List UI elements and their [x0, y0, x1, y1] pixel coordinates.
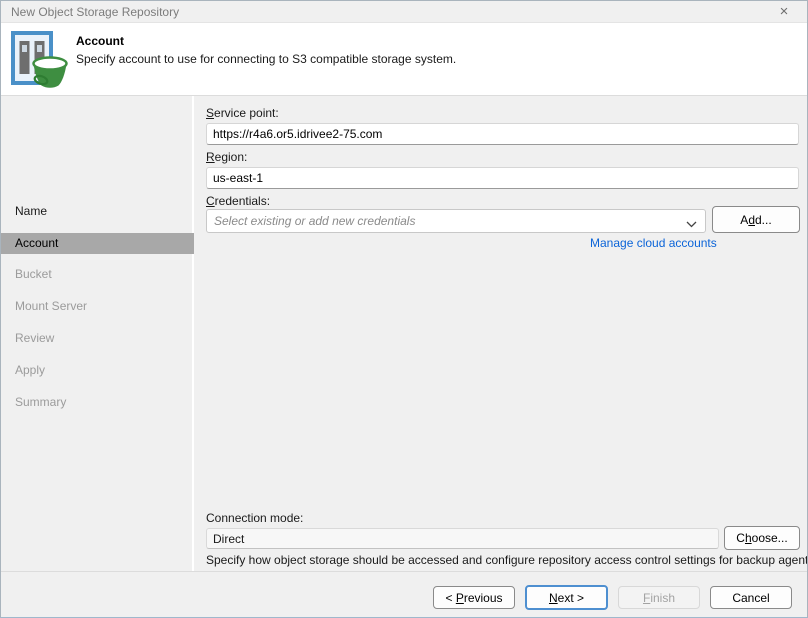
- step-title: Account: [76, 34, 124, 48]
- credentials-label: Credentials:: [206, 194, 270, 208]
- sidebar-item-summary[interactable]: Summary: [1, 392, 194, 413]
- sidebar-item-mount-server[interactable]: Mount Server: [1, 296, 194, 317]
- service-point-accel: S: [206, 106, 214, 120]
- connection-mode-note: Specify how object storage should be acc…: [206, 553, 808, 567]
- next-post: ext >: [558, 591, 584, 605]
- previous-pre: <: [445, 591, 455, 605]
- service-point-label-rest: ervice point:: [214, 106, 279, 120]
- add-post: d...: [755, 213, 772, 227]
- finish-post: inish: [650, 591, 675, 605]
- connection-mode-label: Connection mode:: [206, 511, 303, 525]
- wizard-header: Account Specify account to use for conne…: [1, 23, 807, 96]
- step-description: Specify account to use for connecting to…: [76, 52, 456, 66]
- credentials-accel: C: [206, 194, 215, 208]
- sidebar-item-apply[interactable]: Apply: [1, 360, 194, 381]
- manage-cloud-accounts-link[interactable]: Manage cloud accounts: [590, 236, 717, 250]
- previous-post: revious: [464, 591, 503, 605]
- wizard-steps-sidebar: Name Account Bucket Mount Server Review …: [1, 96, 194, 571]
- wizard-body: Name Account Bucket Mount Server Review …: [1, 96, 807, 571]
- sidebar-item-review[interactable]: Review: [1, 328, 194, 349]
- next-accel: N: [549, 591, 558, 605]
- region-label: Region:: [206, 150, 247, 164]
- previous-button[interactable]: < Previous: [433, 586, 515, 609]
- new-object-storage-repository-dialog: New Object Storage Repository × Account …: [0, 0, 808, 618]
- sidebar-item-name[interactable]: Name: [1, 201, 194, 222]
- wizard-footer: < Previous Next > Finish Cancel: [1, 571, 807, 618]
- choose-accel: h: [745, 531, 752, 545]
- next-button[interactable]: Next >: [525, 585, 608, 610]
- service-point-label: Service point:: [206, 106, 279, 120]
- connection-mode-value: [206, 528, 719, 549]
- add-credentials-button[interactable]: Add...: [712, 206, 800, 233]
- credentials-label-rest: redentials:: [215, 194, 270, 208]
- choose-connection-mode-button[interactable]: Choose...: [724, 526, 800, 550]
- add-accel: d: [748, 213, 755, 227]
- account-step-content: Service point: Region: Credentials: Sele…: [196, 96, 808, 571]
- credentials-dropdown[interactable]: Select existing or add new credentials: [206, 209, 706, 233]
- finish-button[interactable]: Finish: [618, 586, 700, 609]
- choose-pre: C: [736, 531, 745, 545]
- titlebar: New Object Storage Repository ×: [1, 1, 807, 23]
- cancel-button[interactable]: Cancel: [710, 586, 792, 609]
- sidebar-item-account[interactable]: Account: [1, 233, 194, 254]
- region-label-rest: egion:: [215, 150, 248, 164]
- service-point-input[interactable]: [206, 123, 799, 145]
- chevron-down-icon: [686, 217, 697, 231]
- object-storage-repository-icon: [11, 31, 69, 94]
- sidebar-item-bucket[interactable]: Bucket: [1, 264, 194, 285]
- region-accel: R: [206, 150, 215, 164]
- previous-accel: P: [456, 591, 464, 605]
- window-title: New Object Storage Repository: [11, 5, 179, 19]
- credentials-placeholder: Select existing or add new credentials: [214, 214, 415, 228]
- choose-post: oose...: [752, 531, 788, 545]
- region-input[interactable]: [206, 167, 799, 189]
- close-icon[interactable]: ×: [773, 2, 795, 22]
